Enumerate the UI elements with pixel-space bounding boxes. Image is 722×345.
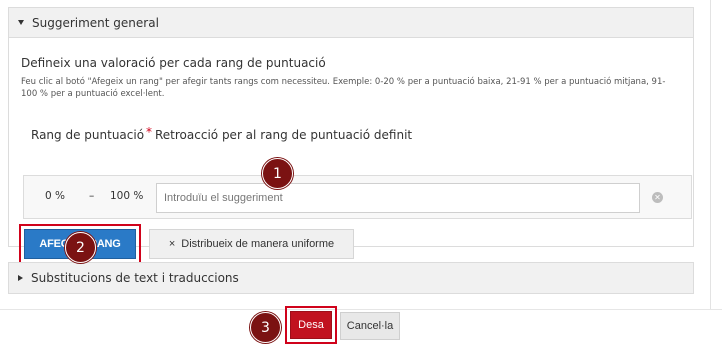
save-button[interactable]: Desa: [290, 311, 332, 339]
substitutions-header[interactable]: Substitucions de text i traduccions: [9, 263, 693, 293]
caret-down-icon: [18, 20, 24, 25]
general-feedback-title: Suggeriment general: [32, 15, 159, 30]
general-feedback-header[interactable]: Suggeriment general: [9, 8, 693, 38]
remove-range-icon[interactable]: ✕: [652, 192, 663, 203]
range-column-label-text: Rang de puntuació: [31, 128, 145, 142]
distribute-evenly-label: Distribueix de manera uniforme: [181, 238, 335, 250]
substitutions-title: Substitucions de text i traduccions: [31, 271, 239, 285]
step-badge-2: 2: [65, 232, 96, 263]
required-mark: *: [146, 125, 153, 139]
step-badge-1: 1: [262, 158, 293, 189]
range-row: 0 % – 100 % ✕: [23, 175, 692, 219]
step-badge-3: 3: [250, 312, 281, 343]
general-feedback-section: Suggeriment general Defineix una valorac…: [8, 7, 694, 264]
range-column-label: Rang de puntuació *: [31, 125, 153, 142]
distribute-evenly-button[interactable]: × Distribueix de manera uniforme: [149, 229, 354, 259]
cancel-button[interactable]: Cancel·la: [340, 312, 400, 340]
feedback-column-label: Retroacció per al rang de puntuació defi…: [155, 128, 413, 142]
range-dash: –: [89, 190, 95, 202]
footer-divider: [0, 309, 722, 310]
range-from: 0 %: [45, 190, 65, 202]
page-edge: [710, 0, 722, 310]
close-icon: ×: [168, 238, 176, 250]
substitutions-section: Substitucions de text i traduccions: [8, 262, 694, 294]
caret-right-icon: [18, 275, 23, 281]
save-highlight: Desa: [285, 306, 337, 344]
ranges-heading: Defineix una valoració per cada rang de …: [21, 56, 326, 70]
ranges-help-text: Feu clic al botó "Afegeix un rang" per a…: [21, 77, 666, 99]
feedback-input[interactable]: [156, 183, 640, 213]
range-to: 100 %: [110, 190, 144, 202]
